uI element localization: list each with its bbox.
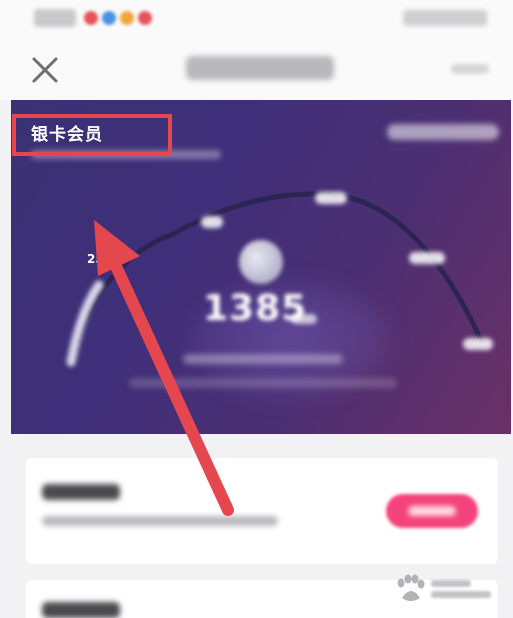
task-card (26, 458, 498, 564)
gauge-milestone (409, 252, 445, 264)
gauge-progress (66, 280, 104, 367)
growth-banner: 银卡会员 25 1385 (11, 100, 511, 434)
close-icon (32, 57, 58, 83)
more-menu-button[interactable] (451, 64, 489, 74)
task-action-button[interactable] (386, 494, 478, 528)
growth-value: 1385 (203, 288, 308, 329)
task-description (42, 516, 278, 526)
notification-icon (84, 11, 98, 25)
status-bar (0, 0, 513, 38)
status-indicators (403, 10, 487, 26)
gauge-milestone (315, 192, 347, 204)
vip-growth-page: 银卡会员 25 1385 (0, 0, 513, 618)
task-title (42, 484, 120, 500)
status-time (34, 9, 76, 27)
task-title (42, 602, 120, 618)
task-action-label (408, 506, 456, 516)
app-header (0, 38, 513, 100)
notification-icon (102, 11, 116, 25)
avatar (239, 240, 283, 284)
notification-icon (138, 11, 152, 25)
gauge-milestone (463, 338, 493, 350)
gauge-start-label: 25 (87, 252, 104, 266)
growth-description (183, 354, 343, 364)
growth-unit (291, 314, 317, 324)
growth-note (129, 378, 397, 388)
notification-icon (120, 11, 134, 25)
close-button[interactable] (26, 50, 66, 90)
task-card (26, 580, 498, 618)
gauge-milestone (201, 216, 223, 228)
page-title (186, 56, 334, 80)
notification-icons (84, 9, 152, 27)
